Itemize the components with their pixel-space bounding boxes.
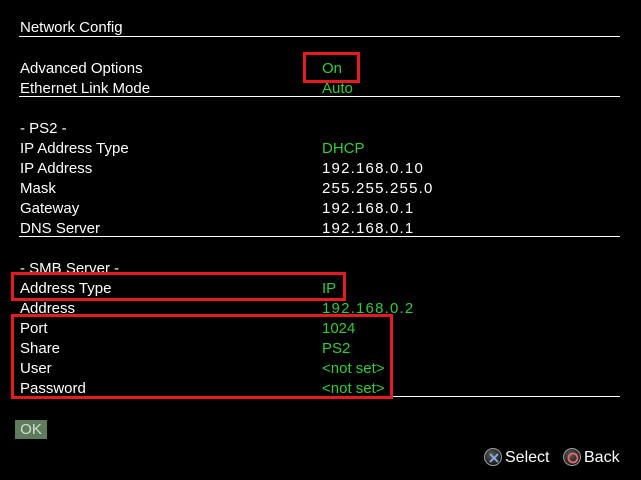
circle-button-icon [563,448,581,466]
general-divider [19,96,620,97]
ps2-section-heading: - PS2 - [20,120,67,137]
gateway-value[interactable]: 192.168.0.1 [322,200,414,218]
select-hint: Select [505,449,550,466]
ip-address-value[interactable]: 192.168.0.10 [322,160,424,178]
back-hint: Back [584,449,620,466]
ip-address-type-label: IP Address Type [20,140,129,157]
advanced-options-label: Advanced Options [20,60,143,77]
ip-address-label: IP Address [20,160,93,177]
mask-value[interactable]: 255.255.255.0 [322,180,434,198]
cross-button-icon [484,448,502,466]
ip-address-type-value[interactable]: DHCP [322,140,365,158]
gateway-label: Gateway [20,200,80,217]
ps2-divider [19,236,620,237]
mask-label: Mask [20,180,56,197]
title-divider [19,36,620,37]
page-title: Network Config [20,19,123,36]
highlight-smb-details [11,314,393,399]
highlight-address-type-row [11,272,346,301]
ok-button[interactable]: OK [15,420,47,439]
highlight-advanced-options-value [303,52,360,83]
